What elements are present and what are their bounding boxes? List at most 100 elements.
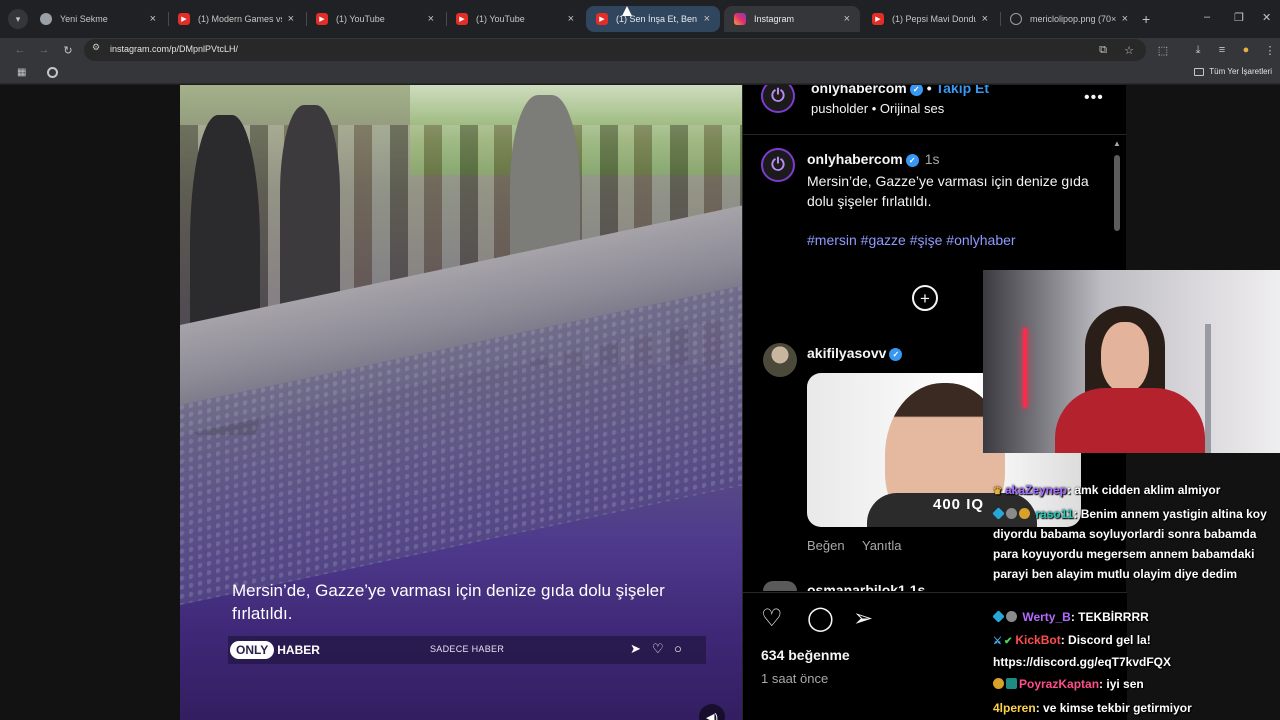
menu-icon[interactable]: ⋮ [1261,41,1279,59]
likes-count[interactable]: 634 beğenme [761,647,850,663]
close-window-button[interactable]: ✕ [1262,11,1271,24]
scrollbar-thumb[interactable] [1114,155,1120,231]
audio-user: pusholder [811,101,869,116]
tab-close-icon[interactable]: × [1122,13,1128,25]
video-comment-icon: ○ [674,641,682,656]
tab-youtube-1[interactable]: ▶ (1) YouTube × [306,6,444,32]
more-options-icon[interactable]: ••• [1084,89,1104,107]
sound-toggle-icon[interactable]: ◀) [699,704,725,720]
bookmark-star-icon[interactable]: ☆ [1120,41,1138,59]
all-bookmarks-label: Tüm Yer İşaretleri [1209,67,1272,76]
extensions-icon[interactable]: ⬚ [1154,41,1172,59]
tab-close-icon[interactable]: × [568,13,574,25]
youtube-icon: ▶ [456,13,468,25]
tab-youtube-2[interactable]: ▶ (1) YouTube × [446,6,584,32]
download-icon[interactable]: ⤓ [1189,41,1207,59]
minimize-button[interactable]: – [1204,11,1210,23]
share-send-icon[interactable]: ➢ [853,607,873,631]
load-more-comments-button[interactable]: + [912,285,938,311]
profile-icon[interactable]: ● [1237,41,1255,59]
new-tab-button[interactable]: + [1142,11,1150,27]
tab-sen-insa-et[interactable]: ▶ (1) Sen İnşa Et, Ben Paras × [586,6,720,32]
tab-close-icon[interactable]: × [428,13,434,25]
media-control-icon[interactable]: ≡ [1213,41,1231,59]
comment-username[interactable]: akifilyasovv [807,345,886,361]
header-username-row: onlyhabercom ✓ • Takip Et [811,85,989,96]
chat-username: Werty_B [1022,610,1071,624]
tab-instagram[interactable]: Instagram × [724,6,860,32]
browser-toolbar: ← → ↻ ⚙ instagram.com/p/DMpnlPVtcLH/ ⧉ ☆… [0,38,1280,62]
header-username[interactable]: onlyhabercom [811,85,907,96]
tab-yeni-sekme[interactable]: Yeni Sekme × [30,6,166,32]
tab-label: Yeni Sekme [60,14,108,24]
youtube-icon: ▶ [596,13,608,25]
reel-video[interactable]: Mersin’de, Gazze’ye varması için denize … [180,85,742,720]
site-info-icon[interactable]: ⚙ [92,42,100,53]
diamond-badge-icon [992,610,1005,623]
chat-text: : iyi sen [1099,677,1144,691]
caption-text: Mersin’de, Gazze’ye varması için denize … [807,173,1089,209]
forward-button[interactable]: → [35,41,53,59]
like-heart-icon[interactable]: ♡ [761,607,783,631]
next-commenter-avatar[interactable] [763,581,797,591]
chat-message: raso11: Benim annem yastigin altina koy … [992,504,1280,584]
next-comment-username[interactable]: osmanarbilok1 1s [807,582,925,591]
coin-badge-icon [993,678,1004,689]
url-text[interactable]: instagram.com/p/DMpnlPVtcLH/ [110,44,238,54]
tab-close-icon[interactable]: × [150,13,156,25]
audio-info[interactable]: pusholder • Orijinal ses [811,101,944,116]
caption-hashtags[interactable]: #mersin #gazze #şişe #onlyhaber [807,232,1016,248]
tab-close-icon[interactable]: × [982,13,988,25]
comment-like-button[interactable]: Beğen [807,538,845,553]
chat-text: : ve kimse tekbir getirmiyor [1035,701,1192,715]
follow-button[interactable]: Takip Et [936,85,989,96]
instagram-icon [734,13,746,25]
commenter-avatar[interactable] [763,343,797,377]
tab-mericlolipop[interactable]: mericlolipop.png (70×70) × [1000,6,1138,32]
post-time-ago: 1 saat önce [761,671,829,686]
webcam-mic-stand [1205,324,1211,453]
scroll-up-arrow-icon[interactable]: ▲ [1113,139,1121,148]
webcam-person-face [1101,322,1149,392]
tab-label: (1) YouTube [336,14,385,24]
caption-username[interactable]: onlyhabercom [807,151,903,167]
maximize-button[interactable]: ❐ [1234,11,1244,24]
tab-strip: ▾ Yeni Sekme × ▶ (1) Modern Games vs Ol … [0,0,1280,38]
install-app-icon[interactable]: ⧉ [1094,41,1112,59]
crown-badge-icon: ♛ [993,486,1002,497]
tab-close-icon[interactable]: × [704,13,710,25]
video-lower-third: ONLY HABER SADECE HABER ➤ ♡ ○ [228,636,706,664]
tab-search-button[interactable]: ▾ [8,9,28,29]
chat-username: raso11 [1035,507,1074,521]
bookmark-circle-icon[interactable] [47,67,58,78]
gear-badge-icon [1006,508,1017,519]
tab-close-icon[interactable]: × [288,13,294,25]
author-avatar[interactable]: ⏻ [761,85,795,113]
tab-label: (1) YouTube [476,14,525,24]
address-bar[interactable]: ⚙ instagram.com/p/DMpnlPVtcLH/ ⧉ ☆ [84,39,1146,61]
gif-text: 400 IQ [933,496,985,513]
youtube-icon: ▶ [178,13,190,25]
apps-grid-icon[interactable]: ▦ [17,67,26,78]
reload-button[interactable]: ↻ [59,41,77,59]
tab-close-icon[interactable]: × [844,13,850,25]
webcam-red-light [1023,328,1027,408]
chat-username: akaZeynep [1004,483,1068,497]
youtube-icon: ▶ [316,13,328,25]
comment-reply-button[interactable]: Yanıtla [862,538,902,553]
video-heart-icon: ♡ [652,641,664,656]
tab-pepsi[interactable]: ▶ (1) Pepsi Mavi Dondurma × [862,6,998,32]
tab-label: Instagram [754,14,795,24]
caption-avatar[interactable]: ⏻ [761,148,795,182]
chat-username: PoyrazKaptan [1019,677,1100,691]
tab-modern-games[interactable]: ▶ (1) Modern Games vs Ol × [168,6,304,32]
back-button[interactable]: ← [11,41,29,59]
instagram-page: Mersin’de, Gazze’ye varması için denize … [0,85,1280,720]
audio-title: Orijinal ses [879,101,945,116]
tab-label: mericlolipop.png (70×70) [1030,14,1116,24]
comment-bubble-icon[interactable]: ◯ [807,607,834,631]
streamer-webcam [983,270,1280,453]
bookmarks-bar: ▦ Tüm Yer İşaretleri [0,62,1280,84]
all-bookmarks-button[interactable]: Tüm Yer İşaretleri [1194,67,1272,76]
verified-badge-icon: ✓ [889,348,903,361]
